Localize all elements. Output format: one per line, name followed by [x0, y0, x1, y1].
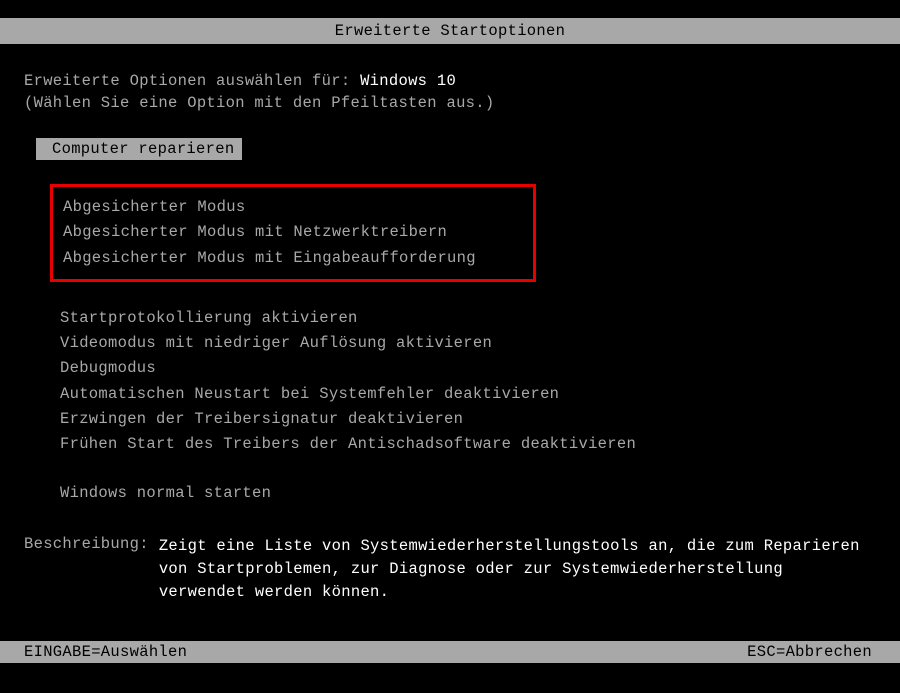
selected-option-repair[interactable]: Computer reparieren — [36, 138, 242, 160]
option-debug-mode[interactable]: Debugmodus — [60, 356, 876, 381]
option-disable-auto-restart[interactable]: Automatischen Neustart bei Systemfehler … — [60, 382, 876, 407]
page-title: Erweiterte Startoptionen — [335, 22, 565, 40]
option-safe-mode[interactable]: Abgesicherter Modus — [63, 195, 523, 220]
content-area: Erweiterte Optionen auswählen für: Windo… — [0, 44, 900, 604]
os-name: Windows 10 — [360, 72, 456, 90]
option-safe-mode-command[interactable]: Abgesicherter Modus mit Eingabeaufforder… — [63, 246, 523, 271]
option-low-res-video[interactable]: Videomodus mit niedriger Auflösung aktiv… — [60, 331, 876, 356]
option-disable-driver-sig[interactable]: Erzwingen der Treibersignatur deaktivier… — [60, 407, 876, 432]
description-block: Beschreibung: Zeigt eine Liste von Syste… — [24, 535, 876, 605]
footer-bar: EINGABE=Auswählen ESC=Abbrechen — [0, 641, 900, 663]
intro-line: Erweiterte Optionen auswählen für: Windo… — [24, 72, 876, 90]
intro-prefix: Erweiterte Optionen auswählen für: — [24, 72, 360, 90]
safe-mode-group-highlight: Abgesicherter Modus Abgesicherter Modus … — [50, 184, 536, 282]
description-text: Zeigt eine Liste von Systemwiederherstel… — [159, 535, 876, 605]
hint-line: (Wählen Sie eine Option mit den Pfeiltas… — [24, 94, 876, 112]
option-start-normally[interactable]: Windows normal starten — [60, 481, 876, 506]
title-bar: Erweiterte Startoptionen — [0, 18, 900, 44]
option-boot-logging[interactable]: Startprotokollierung aktivieren — [60, 306, 876, 331]
description-label: Beschreibung: — [24, 535, 149, 553]
footer-enter-hint: EINGABE=Auswählen — [24, 643, 187, 661]
footer-esc-hint: ESC=Abbrechen — [747, 643, 872, 661]
option-safe-mode-networking[interactable]: Abgesicherter Modus mit Netzwerktreibern — [63, 220, 523, 245]
option-disable-antimalware[interactable]: Frühen Start des Treibers der Antischads… — [60, 432, 876, 457]
advanced-options-group: Startprotokollierung aktivieren Videomod… — [60, 306, 876, 458]
